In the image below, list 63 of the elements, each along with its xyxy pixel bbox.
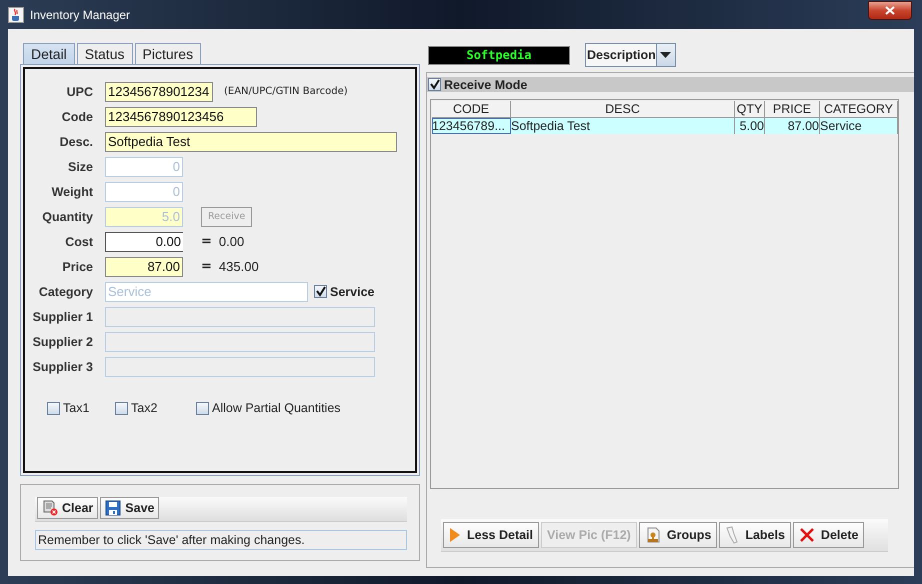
- checkbox[interactable]: [115, 402, 128, 414]
- toolbar-button[interactable]: Labels: [719, 522, 791, 548]
- play-triangle-icon: [449, 527, 461, 543]
- column-header[interactable]: DESC: [511, 101, 735, 118]
- close-icon: [885, 6, 895, 14]
- column-header[interactable]: CATEGORY: [820, 101, 898, 118]
- tab[interactable]: Pictures: [134, 43, 202, 64]
- field-label: Code: [60, 110, 93, 124]
- window-title: Inventory Manager: [30, 8, 132, 22]
- column-header[interactable]: QTY: [735, 101, 765, 118]
- checkbox-label: Tax1: [63, 401, 90, 415]
- toolbar-button[interactable]: Groups: [638, 522, 718, 548]
- input-field[interactable]: 1234567890123456: [105, 106, 257, 126]
- checkbox[interactable]: [428, 78, 441, 91]
- toolbar-button[interactable]: Delete: [792, 522, 864, 548]
- toolbar-button[interactable]: Less Detail: [443, 522, 540, 548]
- field-label: Price: [61, 260, 93, 274]
- toolbar-button[interactable]: Clear: [37, 497, 98, 519]
- toolbar-button[interactable]: Save: [100, 497, 160, 519]
- column-header[interactable]: PRICE: [765, 101, 820, 118]
- table-cell: 5.00: [735, 118, 765, 134]
- field-label: Weight: [50, 184, 93, 198]
- input-field[interactable]: Softpedia Test: [105, 132, 397, 152]
- checkbox[interactable]: [196, 402, 209, 414]
- field-label: Cost: [64, 234, 93, 248]
- field-label: Desc.: [58, 134, 93, 148]
- hint-text: (EAN/UPC/GTIN Barcode): [224, 86, 348, 97]
- input-field[interactable]: 0.00: [105, 232, 183, 252]
- total-value: 435.00: [218, 259, 259, 274]
- document-delete-icon: [42, 500, 58, 516]
- document-stamp-icon: [644, 527, 661, 543]
- caret-icon: [660, 52, 672, 58]
- field-label: Quantity: [41, 210, 93, 224]
- table-cell: Service: [820, 118, 898, 134]
- equals-sign: =: [201, 259, 212, 274]
- table-cell: 123456789...: [432, 118, 511, 134]
- checkbox-label: Tax2: [131, 401, 158, 415]
- flashlight-icon: [725, 526, 740, 544]
- checkbox-label: Service: [330, 284, 374, 298]
- field-label: UPC: [66, 84, 93, 98]
- tab[interactable]: Status: [76, 43, 132, 64]
- checkbox[interactable]: [47, 402, 60, 414]
- column-header[interactable]: CODE: [432, 101, 511, 118]
- checkbox-label: Allow Partial Quantities: [212, 401, 341, 415]
- sort-dropdown[interactable]: Description: [585, 43, 676, 67]
- equals-sign: =: [201, 234, 212, 249]
- checkbox-label: Receive Mode: [444, 78, 528, 92]
- field-label: Supplier 3: [32, 360, 93, 374]
- input-field[interactable]: 87.00: [105, 256, 183, 276]
- lcd-display: Softpedia: [428, 46, 570, 64]
- table-cell: 87.00: [765, 118, 820, 134]
- coffee-cup-icon: [8, 6, 24, 22]
- close-button[interactable]: [868, 0, 912, 20]
- message-field: Remember to click 'Save' after making changes.: [35, 530, 407, 550]
- cross-icon: [798, 527, 815, 543]
- field-label: Size: [66, 160, 93, 174]
- total-value: 0.00: [218, 234, 244, 249]
- table-cell: Softpedia Test: [511, 118, 735, 134]
- tab[interactable]: Detail: [23, 43, 75, 64]
- field-label: Supplier 2: [32, 334, 93, 348]
- field-label: Supplier 1: [32, 310, 93, 324]
- field-label: Category: [38, 284, 93, 298]
- input-field[interactable]: 12345678901234: [105, 82, 213, 102]
